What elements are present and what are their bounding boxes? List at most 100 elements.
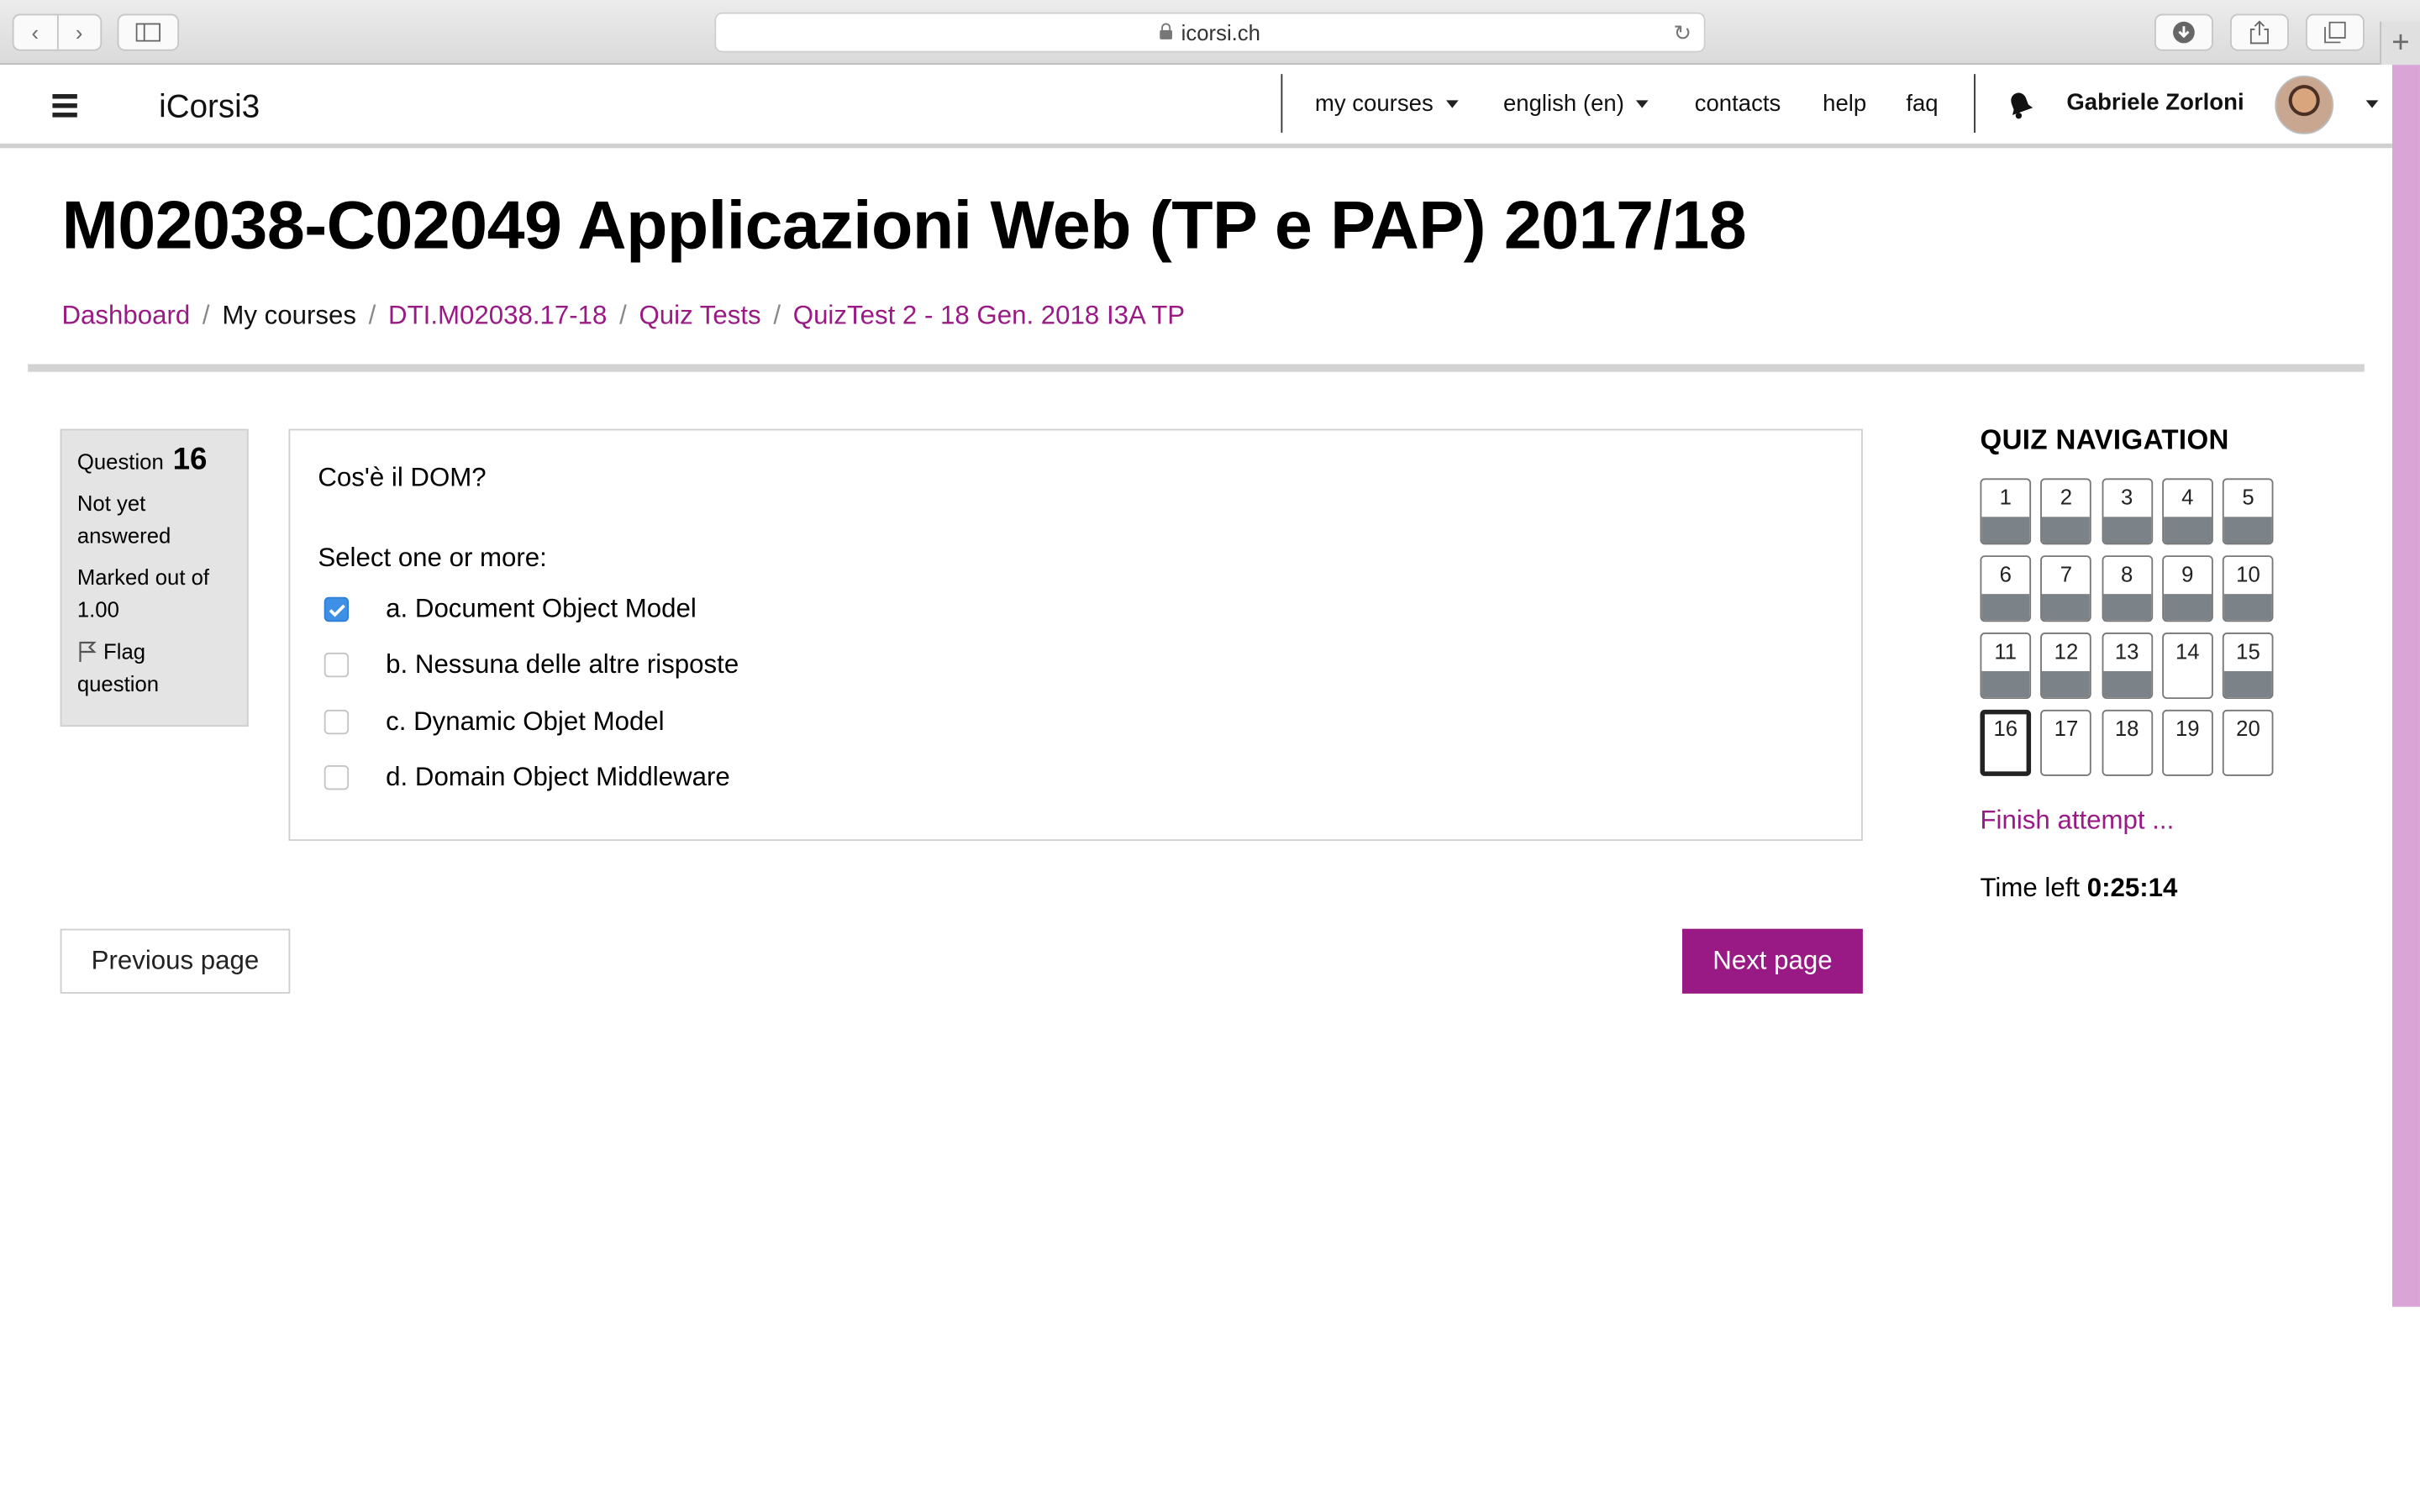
quiz-nav-question-2[interactable]: 2 <box>2040 478 2092 545</box>
quiz-nav-number: 11 <box>1994 638 2018 664</box>
tabs-overview-icon[interactable] <box>2306 13 2365 51</box>
address-bar[interactable]: icorsi.ch ↻ <box>714 12 1706 53</box>
answer-checkbox-b[interactable] <box>324 652 350 678</box>
menu-help[interactable]: help <box>1823 91 1866 117</box>
caret-down-icon <box>1636 100 1649 108</box>
quiz-navigation-heading: QUIZ NAVIGATION <box>1980 424 2229 455</box>
time-left: Time left 0:25:14 <box>1980 874 2177 905</box>
quiz-nav-question-3[interactable]: 3 <box>2101 478 2153 545</box>
forward-icon[interactable]: › <box>56 15 100 50</box>
user-name[interactable]: Gabriele Zorloni <box>2066 90 2244 116</box>
menu-faq-label: faq <box>1906 91 1939 118</box>
reload-icon[interactable]: ↻ <box>1673 20 1691 46</box>
finish-attempt-link[interactable]: Finish attempt ... <box>1980 806 2174 837</box>
answered-indicator <box>2042 516 2091 543</box>
answer-option-b[interactable]: b. Nessuna delle altre risposte <box>324 649 739 680</box>
answered-indicator <box>2163 516 2212 543</box>
share-icon[interactable] <box>2230 13 2289 51</box>
breadcrumb-quiz[interactable]: QuizTest 2 - 18 Gen. 2018 I3A TP <box>793 301 1185 330</box>
new-tab-icon[interactable]: + <box>2380 21 2420 66</box>
answered-indicator <box>2102 516 2151 543</box>
quiz-nav-question-12[interactable]: 12 <box>2040 633 2092 700</box>
answer-checkbox-d[interactable] <box>324 765 350 790</box>
quiz-nav-question-17[interactable]: 17 <box>2040 709 2092 776</box>
flag-question-link[interactable]: Flag question <box>77 636 232 701</box>
quiz-nav-number: 2 <box>2060 484 2073 510</box>
download-icon[interactable] <box>2154 13 2213 51</box>
answered-indicator <box>1981 593 2030 621</box>
quiz-nav-question-16[interactable]: 16 <box>1980 709 2032 776</box>
question-text: Cos'è il DOM? <box>318 463 487 492</box>
quiz-nav-number: 18 <box>2114 716 2139 741</box>
answer-checkbox-a[interactable] <box>324 596 350 622</box>
answered-indicator <box>2163 593 2212 621</box>
quiz-nav-question-10[interactable]: 10 <box>2223 555 2274 622</box>
question-status: Not yet answered <box>76 491 171 549</box>
answered-indicator <box>2224 593 2272 621</box>
question-info-panel: Question 16 Not yet answered Marked out … <box>60 428 249 727</box>
answer-label-c: c. Dynamic Objet Model <box>386 706 665 737</box>
breadcrumb-separator: / <box>368 301 376 331</box>
site-brand[interactable]: iCorsi3 <box>159 90 260 127</box>
quiz-nav-question-1[interactable]: 1 <box>1980 478 2032 545</box>
menu-language[interactable]: english (en) <box>1502 91 1649 118</box>
answered-indicator <box>2042 593 2091 621</box>
quiz-nav-question-20[interactable]: 20 <box>2223 709 2274 776</box>
quiz-nav-question-5[interactable]: 5 <box>2223 478 2274 545</box>
quiz-nav-question-4[interactable]: 4 <box>2162 478 2213 545</box>
browser-toolbar: ‹ › icorsi.ch ↻ + <box>0 0 2420 66</box>
answered-indicator <box>2224 670 2272 698</box>
time-left-value: 0:25:14 <box>2086 873 2178 903</box>
back-icon[interactable]: ‹ <box>14 15 57 49</box>
answer-option-c[interactable]: c. Dynamic Objet Model <box>324 706 665 738</box>
quiz-nav-question-9[interactable]: 9 <box>2162 555 2213 622</box>
url-text: icorsi.ch <box>1181 19 1260 45</box>
quiz-nav-number: 13 <box>2114 638 2139 664</box>
quiz-nav-question-7[interactable]: 7 <box>2040 555 2092 622</box>
avatar[interactable] <box>2275 75 2334 134</box>
hamburger-menu-icon[interactable] <box>52 94 77 117</box>
bell-icon[interactable] <box>2007 90 2034 121</box>
nav-divider <box>1974 74 1975 133</box>
answer-checkbox-c[interactable] <box>324 709 350 735</box>
quiz-nav-question-15[interactable]: 15 <box>2223 633 2274 700</box>
quiz-nav-question-19[interactable]: 19 <box>2162 709 2213 776</box>
answer-prompt: Select one or more: <box>318 543 547 573</box>
breadcrumb-course[interactable]: DTI.M02038.17-18 <box>388 301 607 330</box>
history-nav: ‹ › <box>12 13 103 51</box>
sidebar-toggle-icon[interactable] <box>117 13 180 51</box>
breadcrumb-quiz-tests[interactable]: Quiz Tests <box>639 301 760 330</box>
answer-option-a[interactable]: a. Document Object Model <box>324 594 697 625</box>
question-grade: Marked out of 1.00 <box>77 562 232 627</box>
quiz-nav-question-18[interactable]: 18 <box>2101 709 2153 776</box>
flag-icon <box>77 638 99 662</box>
breadcrumb: Dashboard / My courses / DTI.M02038.17-18 / Qu… <box>61 301 1185 332</box>
page: iCorsi3 my courses english (en) contacts… <box>0 65 2392 1512</box>
previous-page-button[interactable]: Previous page <box>60 928 291 994</box>
menu-contacts[interactable]: contacts <box>1695 91 1781 117</box>
quiz-nav-question-14[interactable]: 14 <box>2162 633 2213 700</box>
header-divider <box>28 364 2365 372</box>
next-page-button[interactable]: Next page <box>1682 928 1863 994</box>
answer-label-d: d. Domain Object Middleware <box>386 762 730 792</box>
quiz-nav-number: 5 <box>2242 484 2254 510</box>
menu-my-courses[interactable]: my courses <box>1315 91 1459 118</box>
quiz-nav-number: 15 <box>2236 638 2260 664</box>
user-menu-caret-icon[interactable] <box>2365 100 2379 108</box>
nav-divider <box>1281 74 1283 133</box>
menu-help-label: help <box>1823 91 1867 118</box>
quiz-nav-number: 12 <box>2054 638 2079 664</box>
answered-indicator <box>2102 593 2151 621</box>
breadcrumb-dashboard[interactable]: Dashboard <box>61 301 190 330</box>
quiz-nav-question-8[interactable]: 8 <box>2101 555 2153 622</box>
answer-option-d[interactable]: d. Domain Object Middleware <box>324 762 730 793</box>
menu-language-label: english (en) <box>1502 91 1624 118</box>
quiz-nav-question-11[interactable]: 11 <box>1980 633 2032 700</box>
quiz-nav-number: 6 <box>1999 561 2012 586</box>
question-number-value: 16 <box>172 443 208 477</box>
marked-label: Marked out of <box>76 564 210 590</box>
quiz-nav-question-13[interactable]: 13 <box>2101 633 2153 700</box>
answer-label-b: b. Nessuna delle altre risposte <box>386 649 739 680</box>
menu-faq[interactable]: faq <box>1906 91 1938 117</box>
quiz-nav-question-6[interactable]: 6 <box>1980 555 2032 622</box>
